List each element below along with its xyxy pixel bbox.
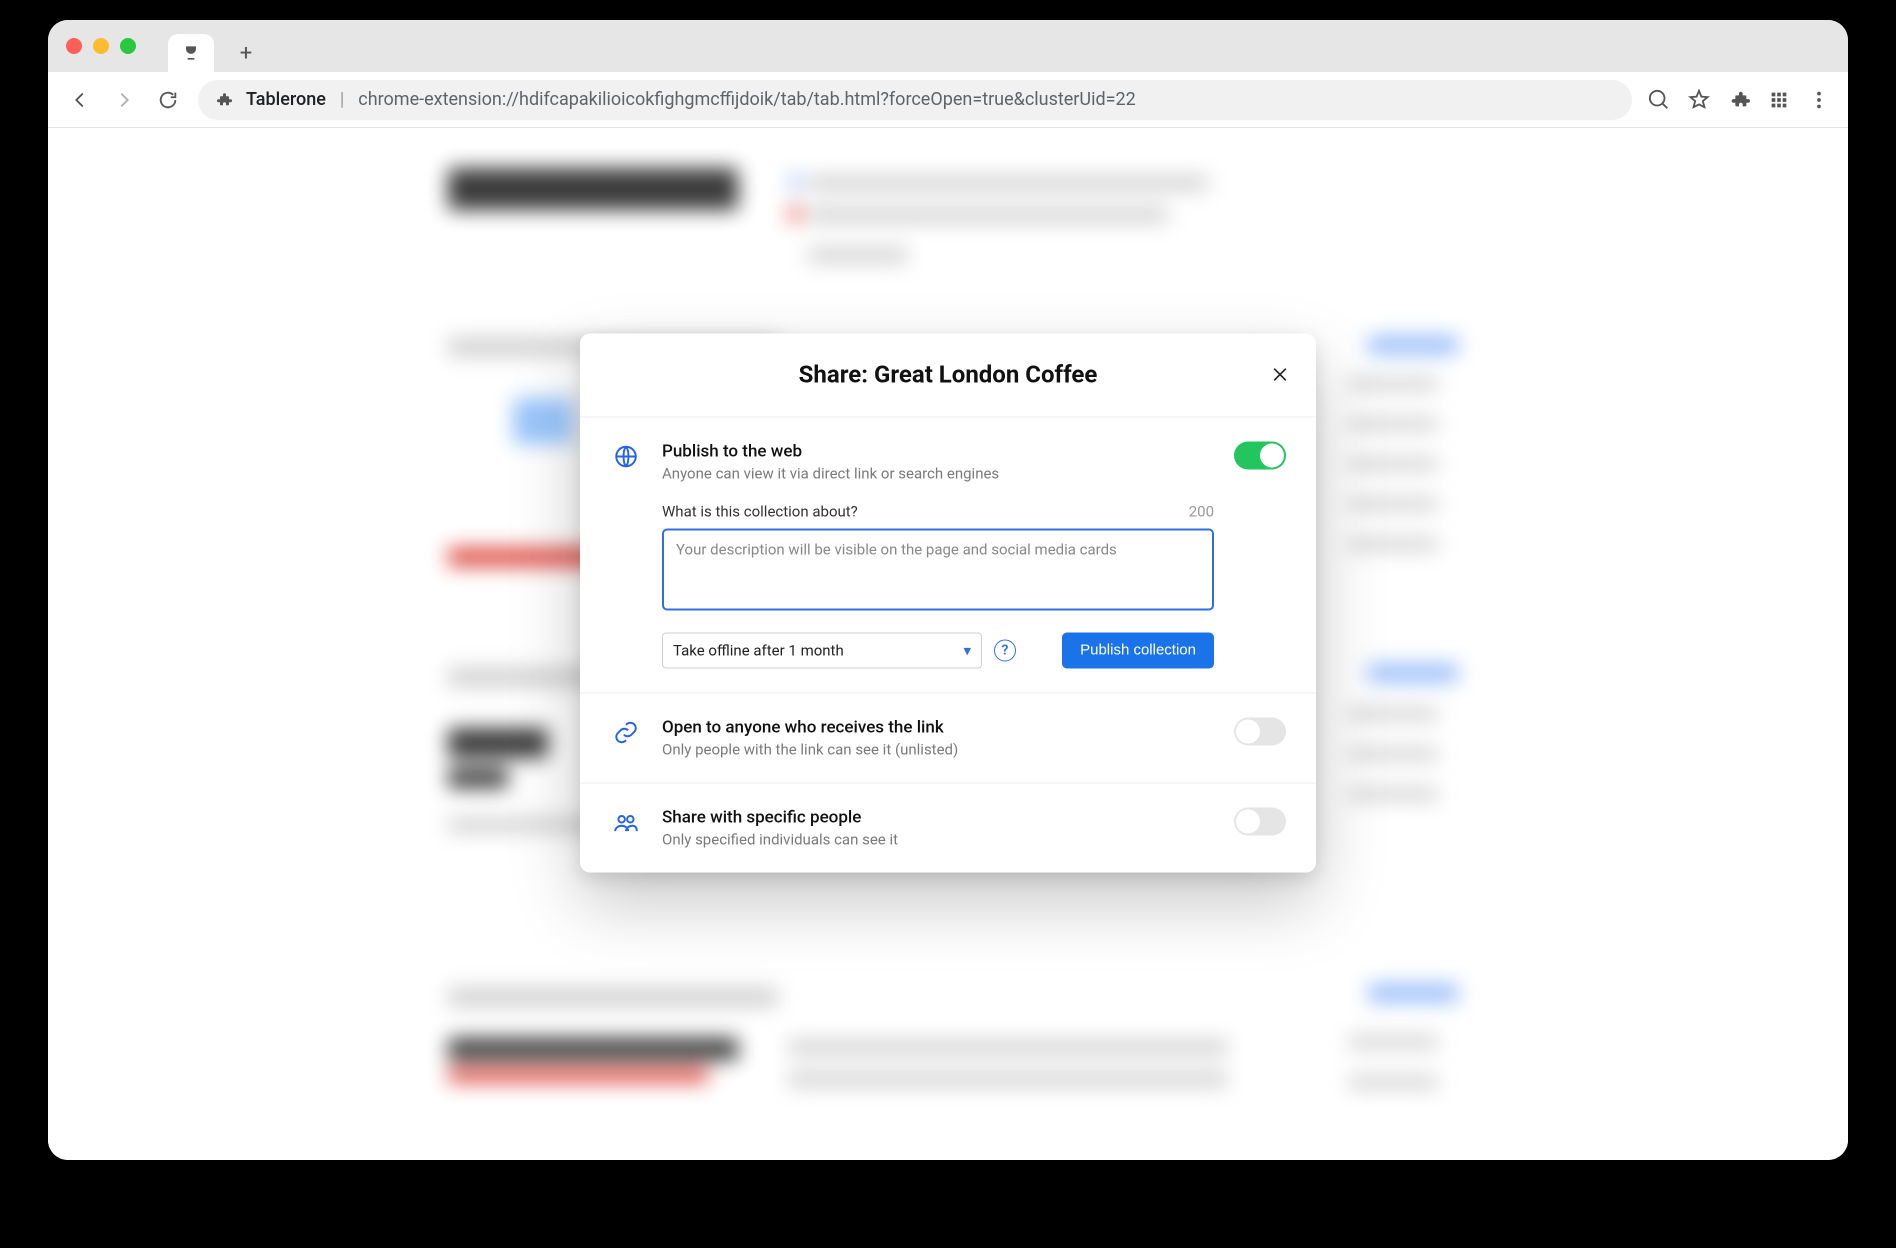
back-button[interactable]	[66, 86, 94, 114]
bookmark-star-icon[interactable]	[1688, 89, 1710, 111]
new-tab-button[interactable]: +	[226, 34, 266, 72]
description-textarea[interactable]	[662, 528, 1214, 610]
offline-duration-value: Take offline after 1 month	[673, 641, 844, 659]
close-button[interactable]	[1268, 363, 1292, 387]
link-section: Open to anyone who receives the link Onl…	[580, 693, 1316, 783]
maximize-window-button[interactable]	[120, 38, 136, 54]
people-toggle[interactable]	[1234, 807, 1286, 835]
modal-header: Share: Great London Coffee	[580, 333, 1316, 417]
browser-toolbar: Tablerone | chrome-extension://hdifcapak…	[48, 72, 1848, 128]
page-content: Share: Great London Coffee Publish to th…	[48, 128, 1848, 1160]
tablerone-tab-icon	[181, 43, 201, 63]
minimize-window-button[interactable]	[93, 38, 109, 54]
publish-section: Publish to the web Anyone can view it vi…	[580, 417, 1316, 693]
share-modal: Share: Great London Coffee Publish to th…	[580, 333, 1316, 872]
page-url: chrome-extension://hdifcapakilioicokfigh…	[358, 89, 1135, 110]
help-icon[interactable]: ?	[994, 639, 1016, 661]
description-label: What is this collection about?	[662, 502, 858, 520]
reload-button[interactable]	[154, 86, 182, 114]
publish-heading: Publish to the web	[662, 441, 1214, 461]
people-heading: Share with specific people	[662, 807, 1214, 827]
link-heading: Open to anyone who receives the link	[662, 717, 1214, 737]
extension-icon	[214, 91, 232, 109]
browser-menu-icon[interactable]	[1808, 89, 1830, 111]
people-sub: Only specified individuals can see it	[662, 830, 1214, 848]
search-icon[interactable]	[1648, 89, 1670, 111]
link-sub: Only people with the link can see it (un…	[662, 740, 1214, 758]
extensions-puzzle-icon[interactable]	[1728, 89, 1750, 111]
toolbar-right-icons	[1648, 89, 1830, 111]
separator: |	[340, 89, 344, 110]
description-char-count: 200	[1189, 502, 1214, 520]
publish-sub: Anyone can view it via direct link or se…	[662, 464, 1214, 482]
site-name: Tablerone	[246, 89, 326, 110]
close-window-button[interactable]	[66, 38, 82, 54]
publish-toggle[interactable]	[1234, 441, 1286, 469]
publish-collection-button[interactable]: Publish collection	[1062, 632, 1214, 668]
offline-duration-select[interactable]: Take offline after 1 month ▾	[662, 632, 982, 668]
tab-strip: +	[48, 20, 1848, 72]
globe-icon	[610, 441, 642, 469]
browser-window: + Tablerone | chrome-extension://hdifcap…	[48, 20, 1848, 1160]
people-section: Share with specific people Only specifie…	[580, 783, 1316, 872]
modal-title: Share: Great London Coffee	[799, 361, 1098, 389]
link-toggle[interactable]	[1234, 717, 1286, 745]
forward-button[interactable]	[110, 86, 138, 114]
active-tab[interactable]	[168, 34, 214, 72]
address-bar[interactable]: Tablerone | chrome-extension://hdifcapak…	[198, 80, 1632, 120]
close-icon	[1270, 365, 1290, 385]
chevron-down-icon: ▾	[963, 641, 971, 659]
link-icon	[610, 717, 642, 745]
people-icon	[610, 807, 642, 835]
app-grid-icon[interactable]	[1768, 89, 1790, 111]
window-controls	[66, 20, 136, 72]
